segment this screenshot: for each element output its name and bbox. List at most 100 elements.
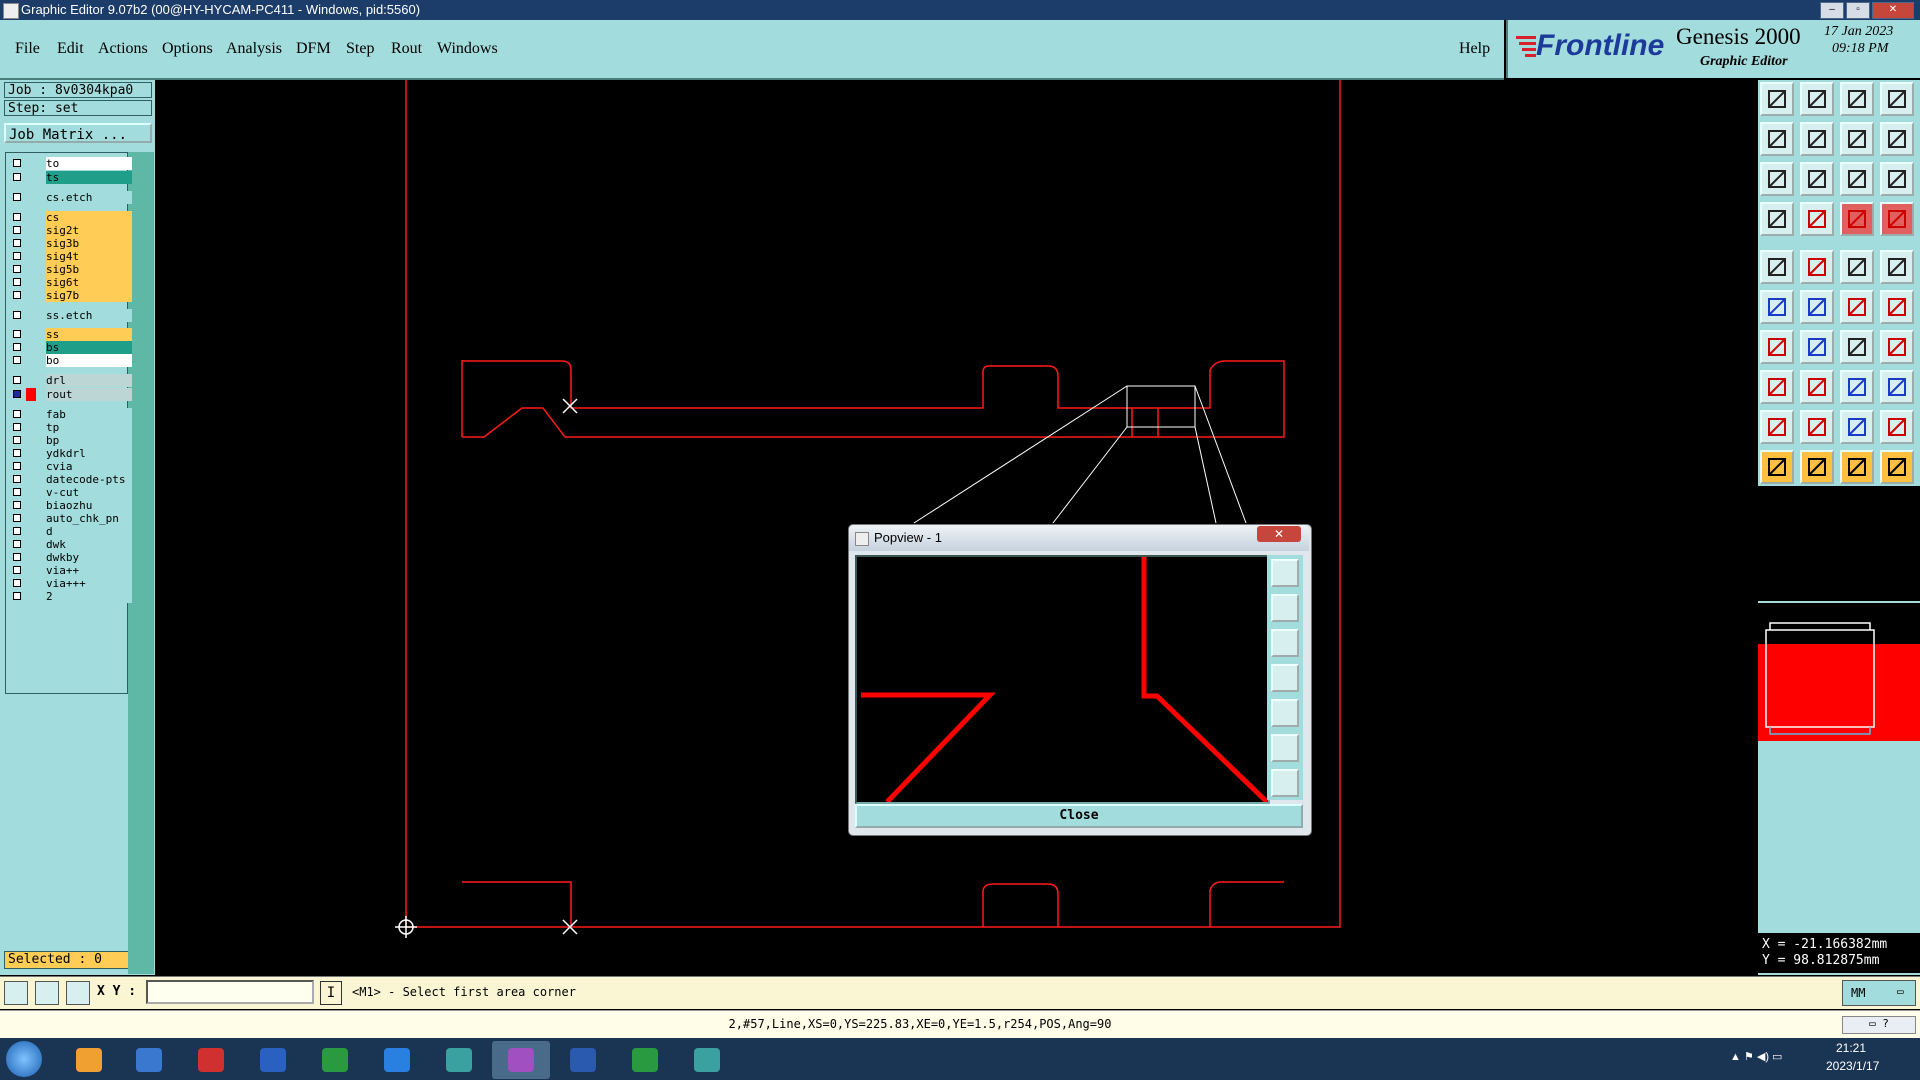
pv-open-icon[interactable] (1271, 559, 1299, 587)
menu-edit[interactable]: Edit (57, 40, 84, 58)
menu-windows[interactable]: Windows (437, 40, 498, 58)
tray-icons[interactable]: ▲ ⚑ ◀) ▭ (1730, 1050, 1782, 1063)
zoom-in-icon[interactable] (1760, 122, 1794, 156)
task-app-1[interactable] (60, 1041, 118, 1079)
start-button[interactable] (6, 1041, 42, 1077)
select-icon[interactable] (1800, 450, 1834, 484)
layer-checkbox[interactable] (13, 311, 21, 319)
units-select[interactable]: MM ▭ (1842, 980, 1916, 1006)
camera-icon[interactable] (1760, 250, 1794, 284)
layer-checkbox[interactable] (13, 527, 21, 535)
task-app-3[interactable] (182, 1041, 240, 1079)
task-app-6[interactable] (368, 1041, 426, 1079)
layer-row-sig7b[interactable]: sig7b (10, 289, 132, 302)
layer-row-drl[interactable]: drl (10, 374, 132, 387)
layer-checkbox[interactable] (13, 265, 21, 273)
center-icon[interactable] (1800, 162, 1834, 196)
job-matrix-button[interactable]: Job Matrix ... (4, 123, 152, 143)
snap-point-icon[interactable] (1880, 290, 1914, 324)
layer-checkbox[interactable] (13, 540, 21, 548)
pv-zoom-in-icon[interactable] (1271, 664, 1299, 692)
menu-step[interactable]: Step (346, 40, 374, 58)
task-app-8[interactable] (492, 1041, 550, 1079)
menu-file[interactable]: File (15, 40, 40, 58)
layer-row-ss[interactable]: ss (10, 328, 132, 341)
line-icon[interactable] (1800, 250, 1834, 284)
redraw-icon[interactable] (1880, 122, 1914, 156)
layer-row-dwk[interactable]: dwk (10, 538, 132, 551)
shape-icon[interactable] (1880, 370, 1914, 404)
menu-help[interactable]: Help (1459, 40, 1490, 58)
popview-close-icon[interactable]: ✕ (1257, 526, 1301, 542)
triangle-icon[interactable] (1760, 410, 1794, 444)
array-icon[interactable] (1840, 370, 1874, 404)
layer-checkbox[interactable] (13, 252, 21, 260)
horizontal-line-icon[interactable] (1800, 370, 1834, 404)
layer-row-bp[interactable]: bp (10, 434, 132, 447)
ruler-icon[interactable] (1840, 250, 1874, 284)
layer-row-via-[interactable]: via+++ (10, 577, 132, 590)
task-app-7[interactable] (430, 1041, 488, 1079)
measure-tool-icon[interactable] (35, 981, 59, 1005)
hook-icon[interactable] (1760, 202, 1794, 236)
task-app-11[interactable] (678, 1041, 736, 1079)
menu-options[interactable]: Options (162, 40, 213, 58)
popview-viewport[interactable] (855, 555, 1270, 804)
layer-checkbox[interactable] (13, 566, 21, 574)
layer-row-sig2t[interactable]: sig2t (10, 224, 132, 237)
pv-center-icon[interactable] (1271, 769, 1299, 797)
layer-row-biaozhu[interactable]: biaozhu (10, 499, 132, 512)
fit-icon[interactable] (1760, 162, 1794, 196)
layer-row-cvia[interactable]: cvia (10, 460, 132, 473)
select-area-icon[interactable] (1840, 450, 1874, 484)
layer-checkbox[interactable] (13, 226, 21, 234)
snap-tool-icon[interactable] (4, 981, 28, 1005)
layer-checkbox[interactable] (13, 278, 21, 286)
home-icon[interactable] (1840, 82, 1874, 116)
rout-chain-icon[interactable] (1840, 202, 1874, 236)
layer-row-datecode-pts[interactable]: datecode-pts (10, 473, 132, 486)
menu-rout[interactable]: Rout (391, 40, 422, 58)
layer-checkbox[interactable] (13, 376, 21, 384)
task-app-5[interactable] (306, 1041, 364, 1079)
layer-checkbox[interactable] (13, 501, 21, 509)
popview-close-button[interactable]: Close (855, 804, 1303, 828)
layer-row-ss-etch[interactable]: ss.etch (10, 309, 132, 322)
layer-row-bs[interactable]: bs (10, 341, 132, 354)
pv-save-icon[interactable] (1271, 594, 1299, 622)
menu-analysis[interactable]: Analysis (226, 40, 282, 58)
layer-row-sig6t[interactable]: sig6t (10, 276, 132, 289)
query-icon[interactable] (1880, 162, 1914, 196)
layer-checkbox[interactable] (13, 239, 21, 247)
layer-checkbox[interactable] (13, 343, 21, 351)
maximize-button[interactable]: ▫ (1846, 2, 1870, 19)
layer-row-to[interactable]: to (10, 157, 132, 170)
pv-fit-icon[interactable] (1271, 734, 1299, 762)
task-app-4[interactable] (244, 1041, 302, 1079)
layer-checkbox[interactable] (13, 579, 21, 587)
pv-print-icon[interactable] (1271, 629, 1299, 657)
layer-row-fab[interactable]: fab (10, 408, 132, 421)
layer-row-cs[interactable]: cs (10, 211, 132, 224)
pv-zoom-out-icon[interactable] (1271, 699, 1299, 727)
xy-input[interactable] (146, 980, 314, 1004)
layer-checkbox[interactable] (13, 462, 21, 470)
layer-checkbox[interactable] (13, 213, 21, 221)
layer-checkbox[interactable] (13, 553, 21, 561)
layer-row-bo[interactable]: bo (10, 354, 132, 367)
layer-row-cs-etch[interactable]: cs.etch (10, 191, 132, 204)
zoom-out-icon[interactable] (1800, 122, 1834, 156)
layer-checkbox[interactable] (13, 356, 21, 364)
layer-checkbox[interactable] (13, 330, 21, 338)
help-icon[interactable]: ▭ ? (1842, 1016, 1916, 1034)
layer-checkbox[interactable] (13, 173, 21, 181)
task-app-9[interactable] (554, 1041, 612, 1079)
save-icon[interactable] (1800, 82, 1834, 116)
layer-row-sig4t[interactable]: sig4t (10, 250, 132, 263)
layer-checkbox[interactable] (13, 449, 21, 457)
dot-icon[interactable] (1880, 250, 1914, 284)
connect-icon[interactable] (1760, 290, 1794, 324)
layer-row-2[interactable]: 2 (10, 590, 132, 603)
text-c-icon[interactable] (1880, 410, 1914, 444)
slope-icon[interactable] (1760, 330, 1794, 364)
